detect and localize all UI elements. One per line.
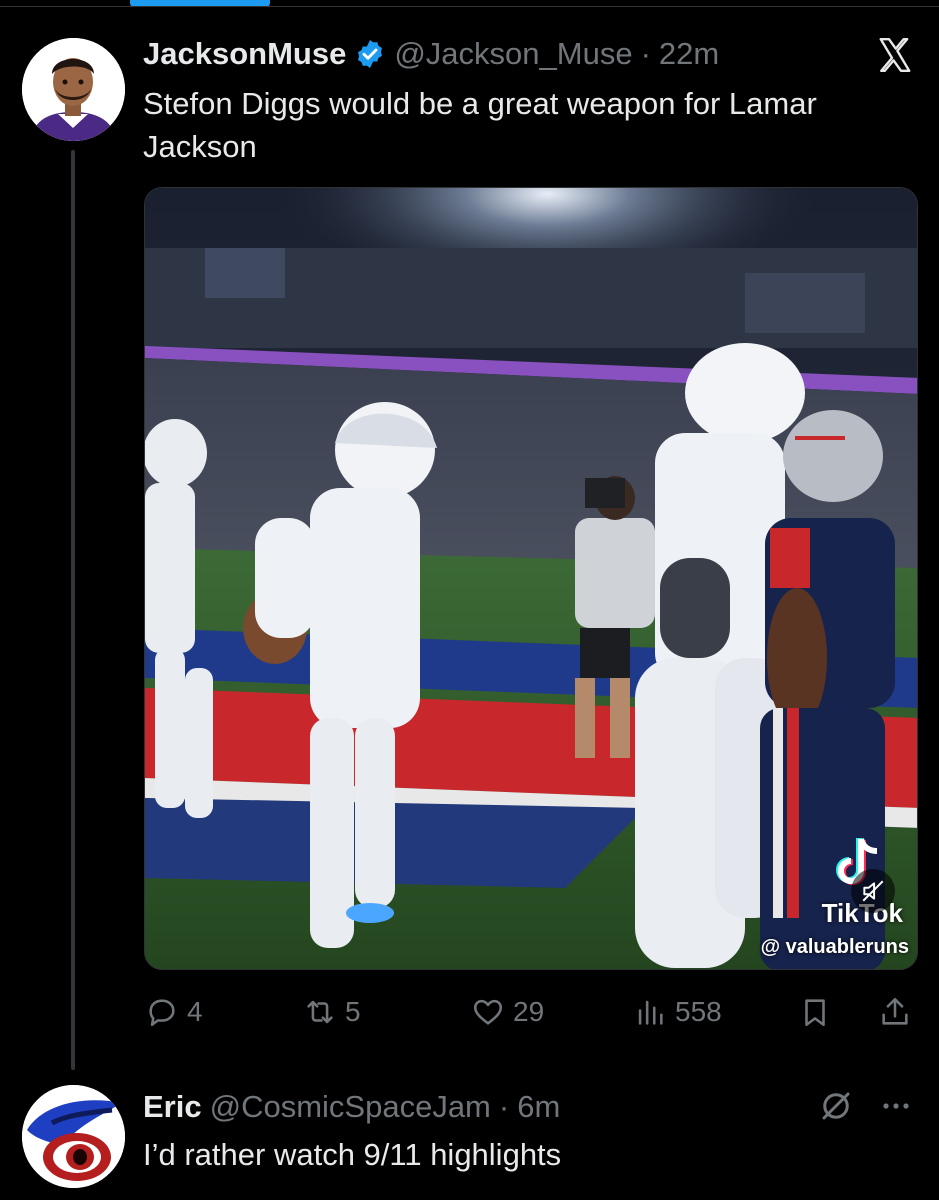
view-count: 558 xyxy=(675,996,722,1027)
share-icon xyxy=(882,997,908,1025)
reply-author-name[interactable]: Eric xyxy=(143,1089,202,1125)
next-actions-cutoff xyxy=(143,1192,918,1200)
tiktok-username: @ valuableruns xyxy=(760,936,909,958)
reply-avatar[interactable] xyxy=(22,1085,125,1188)
repost-count: 5 xyxy=(345,996,361,1027)
reply-count: 4 xyxy=(187,996,203,1027)
heart-icon xyxy=(473,999,503,1025)
reply-button[interactable]: 4 xyxy=(145,990,203,1034)
repost-icon xyxy=(307,1000,333,1024)
share-button[interactable] xyxy=(878,990,912,1034)
reply-avatar-image xyxy=(22,1085,125,1188)
bookmark-icon xyxy=(805,999,825,1027)
reply-bubble-icon xyxy=(149,999,175,1027)
separator-dot: · xyxy=(640,36,651,71)
thread-connector-line xyxy=(71,150,75,1070)
verified-badge-icon xyxy=(354,38,386,70)
grok-icon[interactable] xyxy=(818,1088,854,1124)
reply-text: I’d rather watch 9/11 highlights xyxy=(143,1137,562,1172)
tweet-video[interactable]: TikTok @ valuableruns xyxy=(144,187,918,970)
tweet-actions: 4 5 29 558 xyxy=(143,990,918,1034)
author-name[interactable]: JacksonMuse xyxy=(143,36,346,72)
avatar-image xyxy=(22,38,125,141)
views-button[interactable]: 558 xyxy=(633,990,722,1034)
reply-timestamp[interactable]: 6m xyxy=(517,1089,560,1125)
video-frame xyxy=(145,188,917,969)
top-divider xyxy=(0,6,939,7)
muted-speaker-icon xyxy=(862,880,884,902)
avatar[interactable] xyxy=(22,38,125,141)
views-bar-icon xyxy=(638,1000,663,1025)
bookmark-button[interactable] xyxy=(798,990,832,1034)
reply-separator-dot: · xyxy=(498,1089,510,1124)
more-dots-icon[interactable] xyxy=(878,1094,914,1118)
x-logo-icon[interactable] xyxy=(876,36,914,74)
timestamp[interactable]: 22m xyxy=(659,36,719,72)
mute-button[interactable] xyxy=(851,869,895,913)
like-count: 29 xyxy=(513,996,545,1027)
tweet-header: JacksonMuse @Jackson_Muse · 22m xyxy=(143,34,719,74)
like-button[interactable]: 29 xyxy=(471,990,544,1034)
tweet-text: Stefon Diggs would be a great weapon for… xyxy=(143,86,817,164)
repost-button[interactable]: 5 xyxy=(303,990,361,1034)
reply-header: Eric @CosmicSpaceJam · 6m xyxy=(143,1087,560,1127)
reply-author-handle[interactable]: @CosmicSpaceJam xyxy=(210,1089,491,1125)
author-handle[interactable]: @Jackson_Muse xyxy=(394,36,632,72)
